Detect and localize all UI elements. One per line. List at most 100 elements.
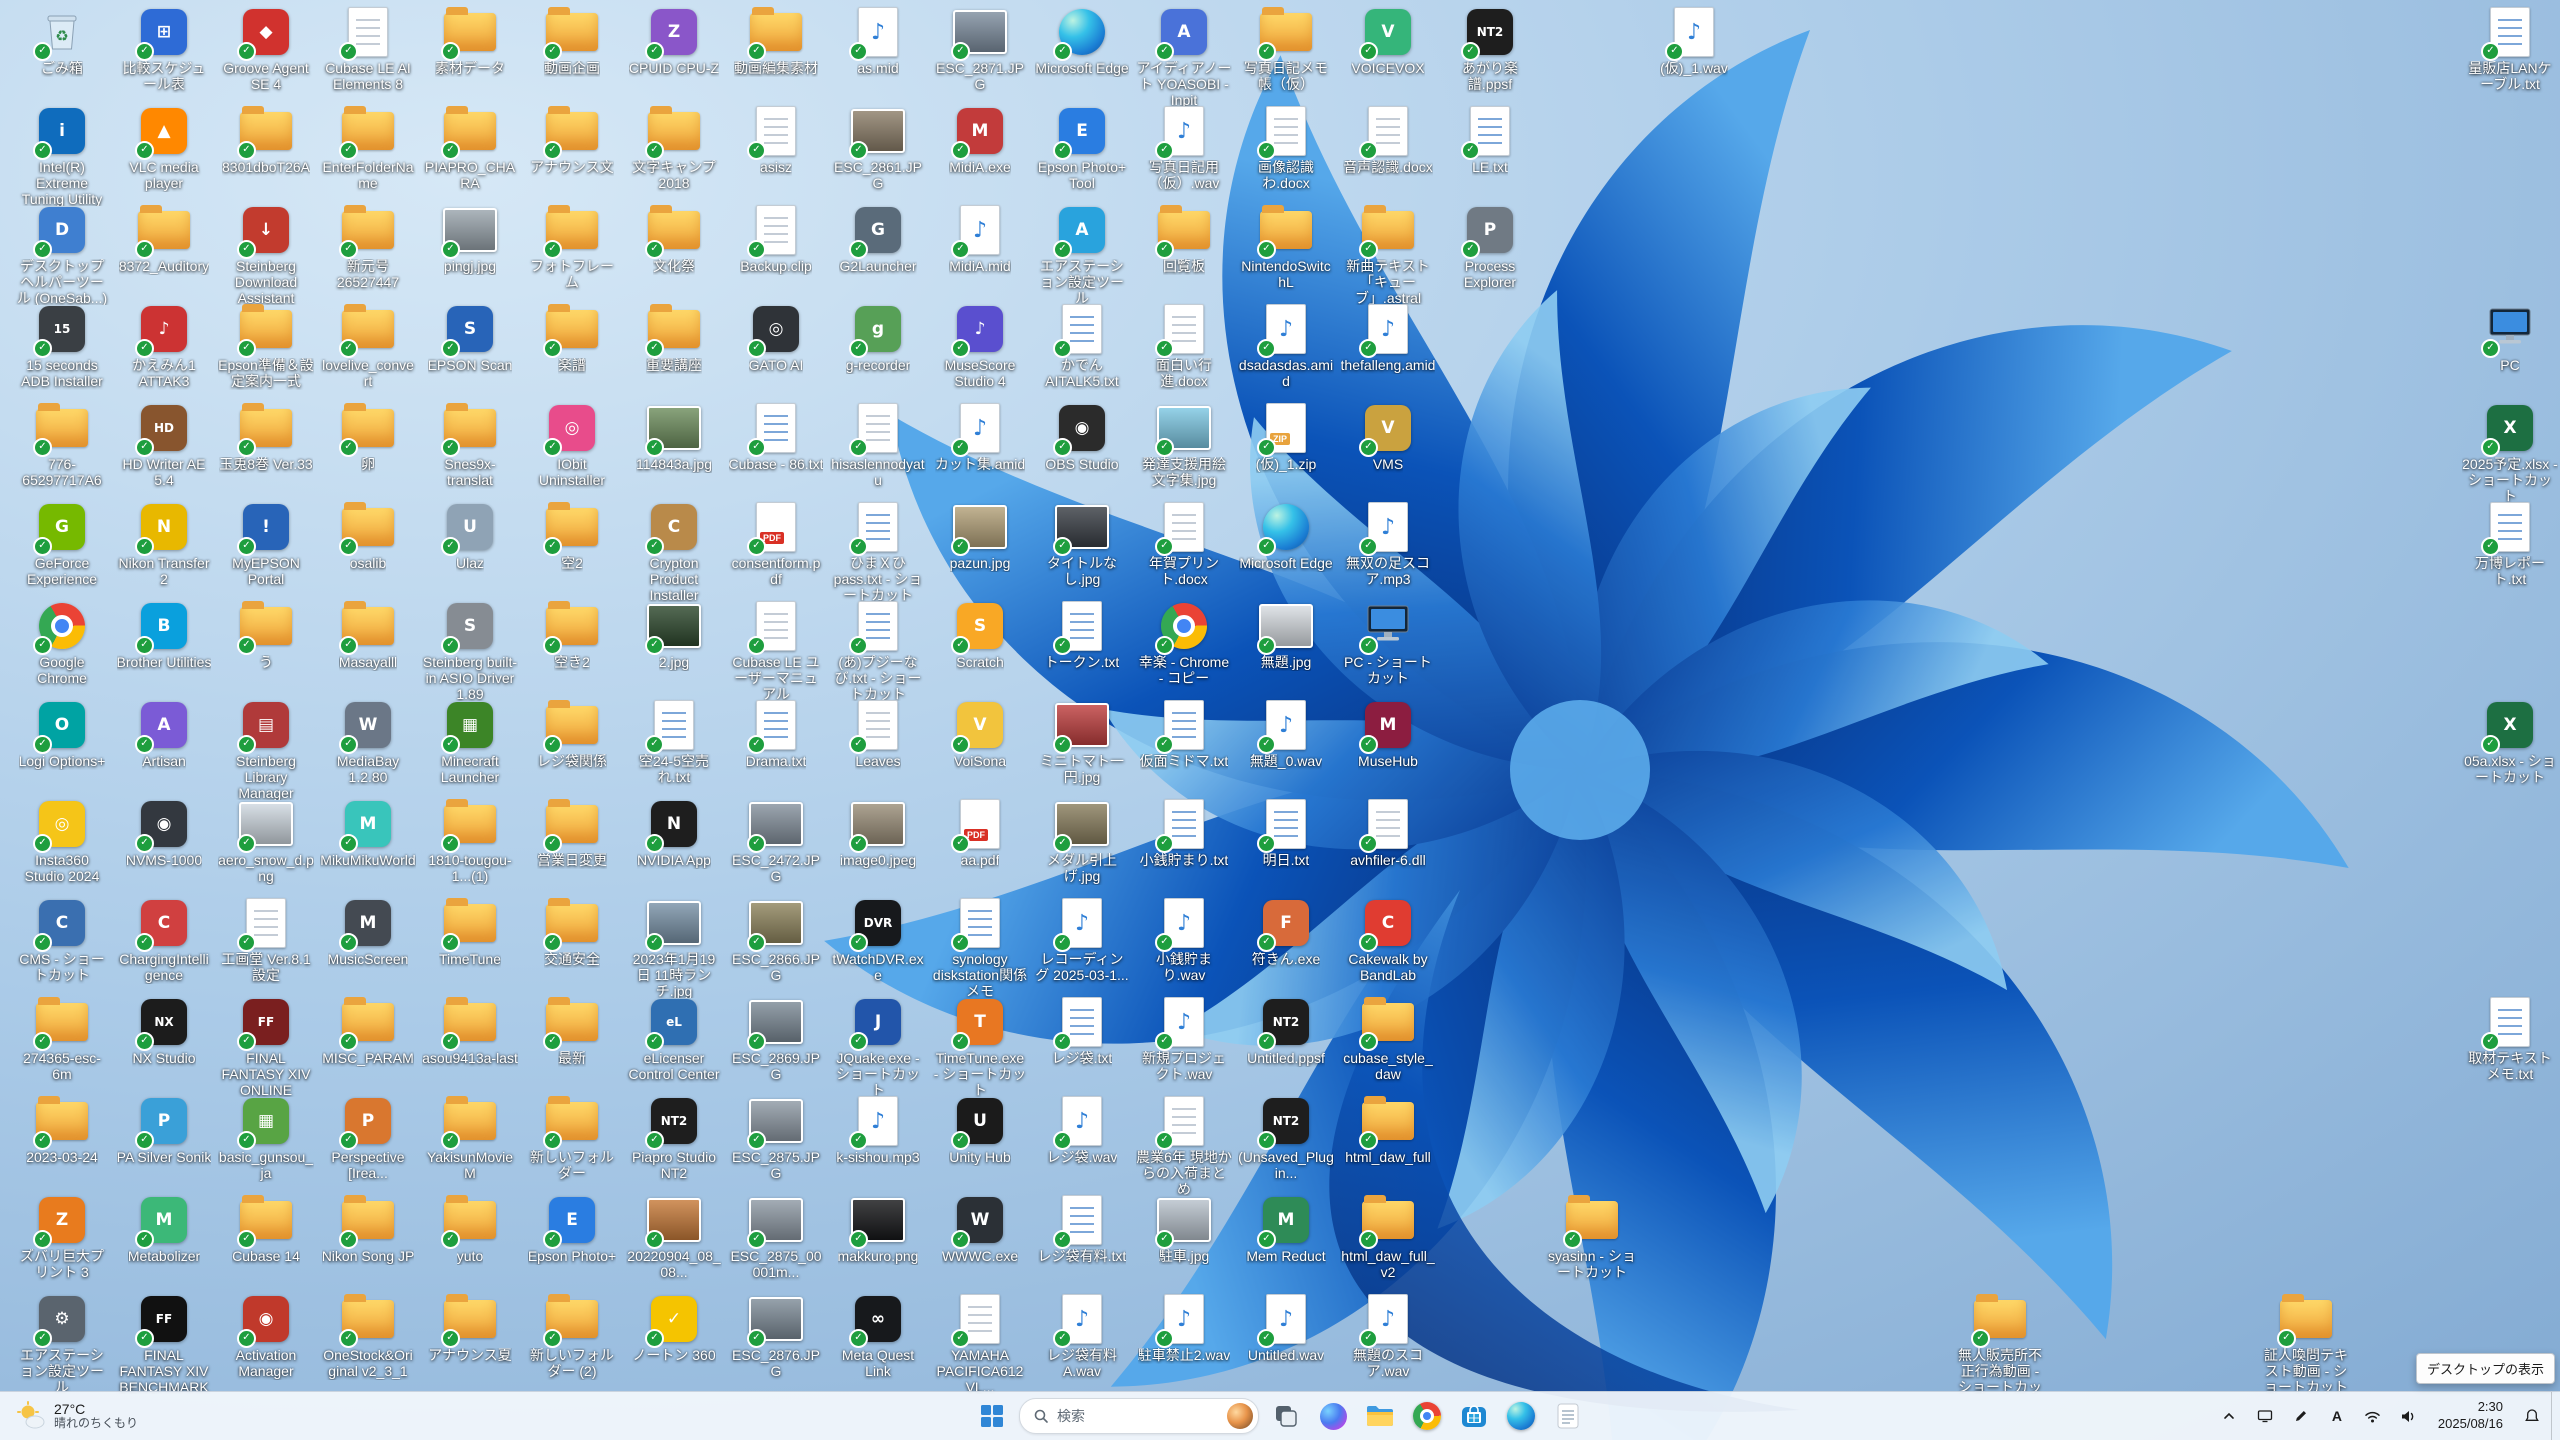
desktop-icon[interactable]: ✓ 20220904_08_08...: [626, 1194, 722, 1281]
desktop-icon[interactable]: ✓ 工画堂 Ver.8.1 設定: [218, 897, 314, 984]
desktop-icon[interactable]: ✓ ESC_2472.JPG: [728, 798, 824, 885]
desktop-icon[interactable]: C ✓ CMS - ショートカット: [14, 897, 110, 984]
desktop-icon[interactable]: ✓ 駐車.jpg: [1136, 1194, 1232, 1265]
desktop-icon[interactable]: P ✓ PA Silver Sonik: [116, 1095, 212, 1166]
desktop-icon[interactable]: ✓ 新しいフォルダー (2): [524, 1293, 620, 1380]
desktop-icon[interactable]: ✓ ESC_2869.JPG: [728, 996, 824, 1083]
desktop-icon[interactable]: ✓写真日記用（仮）.wav: [1136, 105, 1232, 192]
desktop-icon[interactable]: ✓ Epson準備＆設定案内一式: [218, 303, 314, 390]
desktop-icon[interactable]: ✓ Cubase LE AI Elements 8: [320, 6, 416, 93]
desktop-icon[interactable]: DVR ✓ tWatchDVR.exe: [830, 897, 926, 984]
desktop-icon[interactable]: P ✓ Process Explorer: [1442, 204, 1538, 291]
desktop-icon[interactable]: F ✓ 符きん.exe: [1238, 897, 1334, 968]
desktop-icon[interactable]: ✓無題_0.wav: [1238, 699, 1334, 770]
desktop-icon[interactable]: M ✓ MidiA.exe: [932, 105, 1028, 176]
desktop-icon[interactable]: M ✓ MuseHub: [1340, 699, 1436, 770]
desktop-icon[interactable]: G ✓ GeForce Experience: [14, 501, 110, 588]
desktop-icon[interactable]: ✓ Nikon Song JP: [320, 1194, 416, 1265]
desktop-icon[interactable]: ✓ 面白い行進.docx: [1136, 303, 1232, 390]
desktop-icon[interactable]: ! ✓ MyEPSON Portal: [218, 501, 314, 588]
desktop-icon[interactable]: C ✓ Cakewalk by BandLab: [1340, 897, 1436, 984]
desktop-icon[interactable]: T ✓ TimeTune.exe - ショートカット: [932, 996, 1028, 1097]
desktop-icon[interactable]: ✓ 万博レポート.txt: [2462, 501, 2558, 588]
desktop-icon[interactable]: ✓ ESC_2866.JPG: [728, 897, 824, 984]
desktop-icon[interactable]: ✓小銭貯まり.wav: [1136, 897, 1232, 984]
desktop-icon[interactable]: NX ✓ NX Studio: [116, 996, 212, 1067]
start-button[interactable]: [972, 1396, 1012, 1436]
desktop-icon[interactable]: FF ✓ FINAL FANTASY XIV BENCHMARK: [116, 1293, 212, 1394]
desktop-icon[interactable]: ✓ 素材データ: [422, 6, 518, 77]
desktop-icon[interactable]: E ✓ Epson Photo+ Tool: [1034, 105, 1130, 192]
desktop-icon[interactable]: ✓aa.pdf: [932, 798, 1028, 869]
desktop-icon[interactable]: ♪ ✓ かえみん1 ATTAK3: [116, 303, 212, 390]
desktop-icon[interactable]: ✓ 幸楽 - Chrome - コピー: [1136, 600, 1232, 687]
tray-overflow-chevron[interactable]: [2212, 1399, 2246, 1433]
desktop-icon[interactable]: ✓ Cubase 14: [218, 1194, 314, 1265]
desktop-icon[interactable]: ∞ ✓ Meta Quest Link: [830, 1293, 926, 1380]
desktop-icon[interactable]: G ✓ G2Launcher: [830, 204, 926, 275]
desktop-icon[interactable]: S ✓ EPSON Scan: [422, 303, 518, 374]
desktop-icon[interactable]: S ✓ Steinberg built-in ASIO Driver 1.89: [422, 600, 518, 701]
desktop-icon[interactable]: M ✓ MikuMikuWorld: [320, 798, 416, 869]
show-desktop-button[interactable]: [2551, 1392, 2558, 1440]
desktop-icon[interactable]: ◆ ✓ Groove Agent SE 4: [218, 6, 314, 93]
desktop-icon[interactable]: ✓ Microsoft Edge: [1034, 6, 1130, 77]
desktop-icon[interactable]: ✓ 年賀プリント.docx: [1136, 501, 1232, 588]
desktop-icon[interactable]: ▲ ✓ VLC media player: [116, 105, 212, 192]
desktop-icon[interactable]: NT2 ✓ Untitled.ppsf: [1238, 996, 1334, 1067]
desktop-icon[interactable]: ✓ メダル引上げ.jpg: [1034, 798, 1130, 885]
desktop-icon[interactable]: ✓ YakisunMovieM: [422, 1095, 518, 1182]
desktop-icon[interactable]: D ✓ デスクトップ ヘルパーツール (OneSab...): [14, 204, 110, 305]
desktop-icon[interactable]: ◉ ✓ NVMS-1000: [116, 798, 212, 869]
desktop-icon[interactable]: ✓レジ袋有料A.wav: [1034, 1293, 1130, 1380]
desktop-icon[interactable]: ✓ 2.jpg: [626, 600, 722, 671]
desktop-icon[interactable]: ♻ ✓ ごみ箱: [14, 6, 110, 77]
desktop-icon[interactable]: ✓ 新元号26527447: [320, 204, 416, 291]
desktop-icon[interactable]: ✓ 空2: [524, 501, 620, 572]
desktop-icon[interactable]: C ✓ ChargingIntelligence: [116, 897, 212, 984]
desktop-icon[interactable]: ✓ 新曲テキスト「キューブ」.astral: [1340, 204, 1436, 305]
desktop-icon[interactable]: ✓k-sishou.mp3: [830, 1095, 926, 1166]
edge-button[interactable]: [1501, 1396, 1541, 1436]
desktop-icon[interactable]: ✓ 2023年1月19日 11時ランチ.jpg: [626, 897, 722, 998]
desktop-icon[interactable]: ✓ ESC_2875_00001m...: [728, 1194, 824, 1281]
desktop-icon[interactable]: ✓ 114843a.jpg: [626, 402, 722, 473]
desktop-icon[interactable]: A ✓ エアステーション設定ツール: [1034, 204, 1130, 305]
desktop-icon[interactable]: ⊞ ✓ 比較スケジュール表: [116, 6, 212, 93]
desktop-icon[interactable]: ✓ 量販店LANケーブル.txt: [2462, 6, 2558, 93]
desktop-icon[interactable]: ♪ ✓ MuseScore Studio 4: [932, 303, 1028, 390]
desktop-icon[interactable]: ✓ レジ袋関係: [524, 699, 620, 770]
file-explorer-button[interactable]: [1360, 1396, 1400, 1436]
desktop-icon[interactable]: ✓ 2023-03-24: [14, 1095, 110, 1166]
desktop-icon[interactable]: B ✓ Brother Utilities: [116, 600, 212, 671]
desktop-icon[interactable]: ✓ Snes9x-translat: [422, 402, 518, 489]
desktop-icon[interactable]: ✓ pingj.jpg: [422, 204, 518, 275]
desktop-icon[interactable]: ✓Untitled.wav: [1238, 1293, 1334, 1364]
desktop-icon[interactable]: ✓ 776-65297717A6: [14, 402, 110, 489]
desktop-icon[interactable]: ✓カット集.amid: [932, 402, 1028, 473]
desktop-icon[interactable]: ✓ hisaslennodyatu: [830, 402, 926, 489]
desktop-icon[interactable]: ✓ 空24-5空売れ.txt: [626, 699, 722, 786]
desktop-icon[interactable]: X ✓ 2025予定.xlsx - ショートカット: [2462, 402, 2558, 503]
desktop-icon[interactable]: ✓ makkuro.png: [830, 1194, 926, 1265]
desktop-icon[interactable]: ✓ lovelive_convert: [320, 303, 416, 390]
desktop-icon[interactable]: ◎ ✓ IObit Uninstaller: [524, 402, 620, 489]
desktop-icon[interactable]: W ✓ WWWC.exe: [932, 1194, 1028, 1265]
desktop-icon[interactable]: ⚙ ✓ エアステーション設定ツール: [14, 1293, 110, 1394]
desktop-icon[interactable]: ✓駐車禁止2.wav: [1136, 1293, 1232, 1364]
desktop-icon[interactable]: ✓ ESC_2861.JPG: [830, 105, 926, 192]
desktop-icon[interactable]: S ✓ Scratch: [932, 600, 1028, 671]
desktop-icon[interactable]: O ✓ Logi Options+: [14, 699, 110, 770]
desktop-icon[interactable]: ✓ image0.jpeg: [830, 798, 926, 869]
desktop-icon[interactable]: U ✓ Unity Hub: [932, 1095, 1028, 1166]
desktop-icon[interactable]: ✓ タイトルなし.jpg: [1034, 501, 1130, 588]
desktop-icon[interactable]: i ✓ Intel(R) Extreme Tuning Utility: [14, 105, 110, 206]
desktop-icon[interactable]: ✓ html_daw_full_v2: [1340, 1194, 1436, 1281]
desktop-icon[interactable]: ▤ ✓ Steinberg Library Manager: [218, 699, 314, 800]
desktop-icon[interactable]: ✓consentform.pdf: [728, 501, 824, 588]
desktop-icon[interactable]: ✓ YAMAHA PACIFICA612VL...: [932, 1293, 1028, 1394]
desktop-icon[interactable]: FF ✓ FINAL FANTASY XIV ONLINE: [218, 996, 314, 1097]
tray-volume-button[interactable]: [2392, 1399, 2426, 1433]
desktop-icon[interactable]: ✓無題のスコア.wav: [1340, 1293, 1436, 1380]
desktop-icon[interactable]: HD ✓ HD Writer AE 5.4: [116, 402, 212, 489]
